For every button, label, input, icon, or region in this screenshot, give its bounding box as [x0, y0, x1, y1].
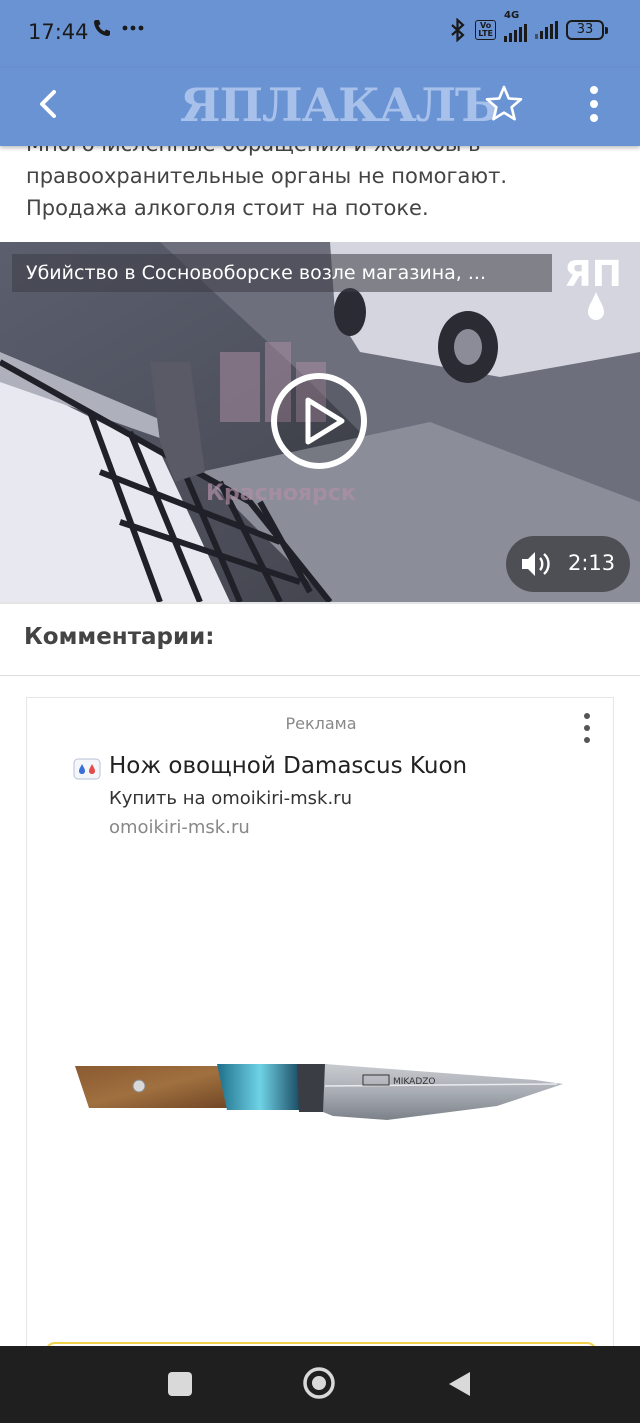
ad-domain[interactable]: omoikiri-msk.ru [109, 817, 250, 838]
nav-back-icon[interactable] [446, 1370, 472, 1398]
ad-subline: Купить на omoikiri-msk.ru [109, 788, 352, 809]
svg-text:ЯП: ЯП [564, 254, 622, 295]
knife-product-image[interactable]: MIKADZO [27, 858, 615, 1338]
app-logo[interactable]: ЯПЛАКАЛЪ [180, 76, 499, 134]
video-duration: 2:13 [568, 551, 616, 575]
app-toolbar: ЯПЛАКАЛЪ [0, 68, 640, 146]
home-icon[interactable] [302, 1366, 336, 1400]
more-notifications-icon [122, 25, 144, 31]
article-line: Продажа алкоголя стоит на потоке. [26, 196, 429, 220]
bluetooth-icon [451, 18, 465, 42]
ad-headline[interactable]: Нож овощной Damascus Kuon [109, 753, 467, 779]
video-player[interactable]: Красноярск Убийство в Сосновоборске возл… [0, 242, 640, 602]
status-bar: 17:44 Vo LTE 4G 33 [0, 0, 640, 68]
back-arrow-icon[interactable] [28, 82, 72, 126]
divider [0, 675, 640, 676]
advertiser-icon [73, 758, 101, 780]
volume-icon[interactable] [520, 549, 554, 579]
video-title: Убийство в Сосновоборске возле магазина,… [12, 254, 552, 292]
knife-brand-mark: MIKADZO [393, 1077, 436, 1087]
phone-icon [94, 20, 110, 36]
comments-heading: Комментарии: [24, 624, 215, 650]
ad-label: Реклама [285, 714, 357, 733]
video-duration-pill[interactable]: 2:13 [506, 536, 630, 592]
article-line: правоохранительные органы не помогают. [26, 164, 508, 188]
ad-menu-icon[interactable] [575, 710, 599, 746]
video-watermark: Красноярск [206, 481, 356, 506]
yaplakal-logo-icon: ЯП [564, 254, 622, 320]
system-nav-bar [0, 1346, 640, 1423]
volte-icon: Vo LTE [475, 20, 496, 40]
battery-icon: 33 [566, 20, 608, 40]
star-icon[interactable] [482, 82, 526, 126]
ad-card[interactable]: Реклама Нож овощной Damascus Kuon Купить… [26, 697, 615, 1382]
status-time: 17:44 [28, 20, 89, 44]
signal-4g-icon: 4G [504, 10, 527, 42]
play-button-icon[interactable] [270, 372, 368, 470]
more-vert-icon[interactable] [574, 80, 614, 128]
recents-icon[interactable] [168, 1372, 192, 1396]
signal-icon [535, 21, 558, 39]
